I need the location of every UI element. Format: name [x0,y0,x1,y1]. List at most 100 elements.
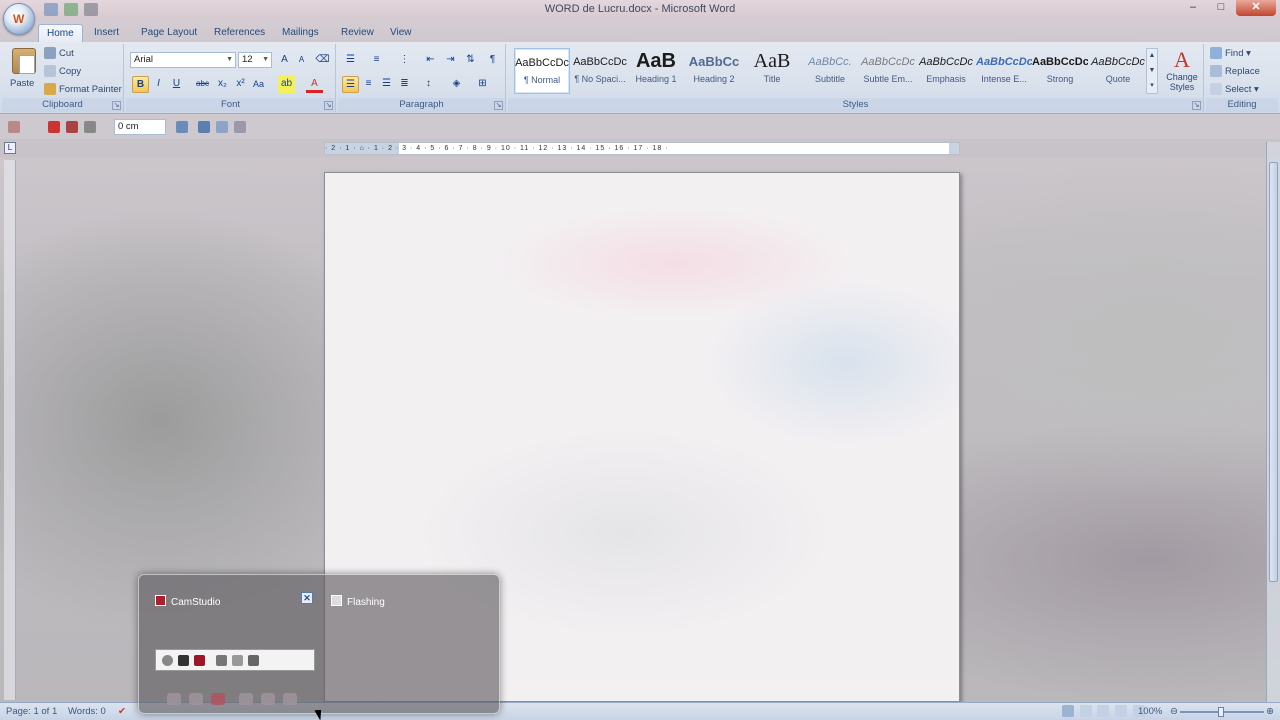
tab-home[interactable]: Home [38,24,83,42]
change-styles-button[interactable]: A Change Styles [1162,48,1202,94]
bullets-icon[interactable]: ☰ [342,52,359,69]
chevron-up-icon[interactable]: ▲ [1147,49,1157,64]
zoom-level[interactable]: 100% [1138,703,1162,720]
office-button[interactable]: W [3,3,35,35]
proofing-icon[interactable]: ✔ [118,703,126,720]
indent-value-field[interactable]: 0 cm [114,119,166,135]
clipboard-launcher-icon[interactable]: ↘ [112,101,121,110]
zoom-slider[interactable] [1180,707,1264,717]
maximize-button[interactable]: □ [1208,0,1234,16]
print-icon[interactable] [66,121,78,133]
style-intense-emphasis[interactable]: AaBbCcDc Intense E... [976,48,1032,94]
paragraph-group: ☰ ≡ ⋮ ⇤ ⇥ ⇅ ¶ ☰ ≡ ☰ ≣ ↕ ◈ ⊞ Paragraph ↘ [338,44,506,112]
bold-button[interactable]: B [132,76,149,93]
font-size-select[interactable]: 12 ▼ [238,52,272,68]
shading-icon[interactable]: ◈ [448,76,465,93]
zoom-out-icon[interactable]: ⊖ [1170,703,1178,720]
style-heading-2[interactable]: AaBbCc Heading 2 [686,48,742,94]
tab-review[interactable]: Review [333,24,382,42]
replace-button[interactable]: Replace [1210,64,1260,80]
camstudio-window-preview [155,649,315,671]
format-painter-button[interactable]: Format Painter [44,82,122,98]
shrink-font-button[interactable]: A [293,52,310,69]
text-box-icon[interactable] [176,121,188,133]
style-subtitle[interactable]: AaBbCc. Subtitle [802,48,858,94]
more-icon[interactable]: ▾ [1147,79,1157,94]
cut-button[interactable]: Cut [44,46,74,62]
paragraph-launcher-icon[interactable]: ↘ [494,101,503,110]
thumbnail-flashing[interactable]: Flashing [319,583,495,707]
style-title[interactable]: AaB Title [744,48,800,94]
style-emphasis[interactable]: AaBbCcDc Emphasis [918,48,974,94]
show-marks-button[interactable]: ¶ [484,52,501,69]
chevron-down-icon[interactable]: ▼ [1147,64,1157,79]
tab-mailings[interactable]: Mailings [274,24,327,42]
align-center-icon[interactable]: ≡ [360,76,377,93]
borders-icon[interactable]: ⊞ [474,76,491,93]
style-name: Strong [1046,74,1074,84]
preview-icon[interactable] [84,121,96,133]
clear-formatting-icon[interactable]: ⌫ [314,52,331,69]
superscript-button[interactable]: x² [232,76,249,93]
copy-button[interactable]: Copy [44,64,81,80]
page-count[interactable]: Page: 1 of 1 [6,703,57,720]
draw-icon[interactable] [8,121,20,133]
styles-gallery-scroll[interactable]: ▲ ▼ ▾ [1146,48,1158,94]
subscript-button[interactable]: x₂ [214,76,231,93]
style-no-spacing[interactable]: AaBbCcDc ¶ No Spaci... [572,48,628,94]
grow-font-button[interactable]: A [276,52,293,69]
tab-view[interactable]: View [382,24,420,42]
check-icon[interactable] [234,121,246,133]
tab-references[interactable]: References [206,24,273,42]
scrollbar-thumb[interactable] [1269,162,1278,582]
close-icon[interactable]: ✕ [301,592,313,604]
style-quote[interactable]: AaBbCcDc Quote [1090,48,1146,94]
align-left-icon[interactable]: ☰ [342,76,359,93]
multilevel-list-icon[interactable]: ⋮ [396,52,413,69]
style-normal[interactable]: AaBbCcDc ¶ Normal [514,48,570,94]
font-name-select[interactable]: Arial ▼ [130,52,236,68]
align-right-icon[interactable]: ☰ [378,76,395,93]
close-button[interactable]: ✕ [1236,0,1276,16]
paste-icon[interactable] [12,48,36,74]
full-screen-icon[interactable] [1079,705,1092,718]
italic-button[interactable]: I [150,76,167,93]
highlight-color-icon[interactable]: ab [278,76,295,93]
web-layout-icon[interactable] [1097,705,1110,718]
style-heading-1[interactable]: AaB Heading 1 [628,48,684,94]
style-subtle-emphasis[interactable]: AaBbCcDc Subtle Em... [860,48,916,94]
font-launcher-icon[interactable]: ↘ [324,101,333,110]
increase-indent-icon[interactable]: ⇥ [442,52,459,69]
justify-icon[interactable]: ≣ [396,76,413,93]
shape-icon[interactable] [198,121,210,133]
style-strong[interactable]: AaBbCcDc Strong [1032,48,1088,94]
styles-launcher-icon[interactable]: ↘ [1192,101,1201,110]
print-layout-icon[interactable] [1062,705,1074,718]
vertical-ruler[interactable] [4,160,16,700]
font-color-button[interactable]: A [306,76,323,93]
zoom-in-icon[interactable]: ⊕ [1266,703,1274,720]
word-count[interactable]: Words: 0 [68,703,106,720]
numbering-icon[interactable]: ≡ [368,52,385,69]
outline-icon[interactable] [1114,705,1127,718]
tab-page-layout[interactable]: Page Layout [133,24,205,42]
find-button[interactable]: Find ▾ [1210,46,1251,62]
strikethrough-button[interactable]: abc [194,76,211,93]
minimize-button[interactable]: – [1180,0,1206,16]
picture-icon[interactable] [216,121,228,133]
zoom-slider-knob[interactable] [1218,707,1224,717]
thumbnail-camstudio[interactable]: CamStudio ✕ [143,583,319,707]
select-button[interactable]: Select ▾ [1210,82,1259,98]
line-spacing-icon[interactable]: ↕ [420,76,437,93]
underline-button[interactable]: U [168,76,185,93]
style-sample: AaBbCcDc [1032,56,1088,68]
tab-insert[interactable]: Insert [86,24,127,42]
paste-button[interactable]: Paste [10,76,34,92]
save-icon[interactable] [48,121,60,133]
horizontal-ruler[interactable]: · 2 · 1 · ⌂ · 1 · 2 · 3 · 4 · 5 · 6 · 7 … [324,142,960,155]
vertical-scrollbar[interactable] [1266,142,1280,702]
tab-selector-icon[interactable]: L [4,142,16,154]
decrease-indent-icon[interactable]: ⇤ [422,52,439,69]
change-case-button[interactable]: Aa [250,76,267,93]
sort-icon[interactable]: ⇅ [462,52,479,69]
